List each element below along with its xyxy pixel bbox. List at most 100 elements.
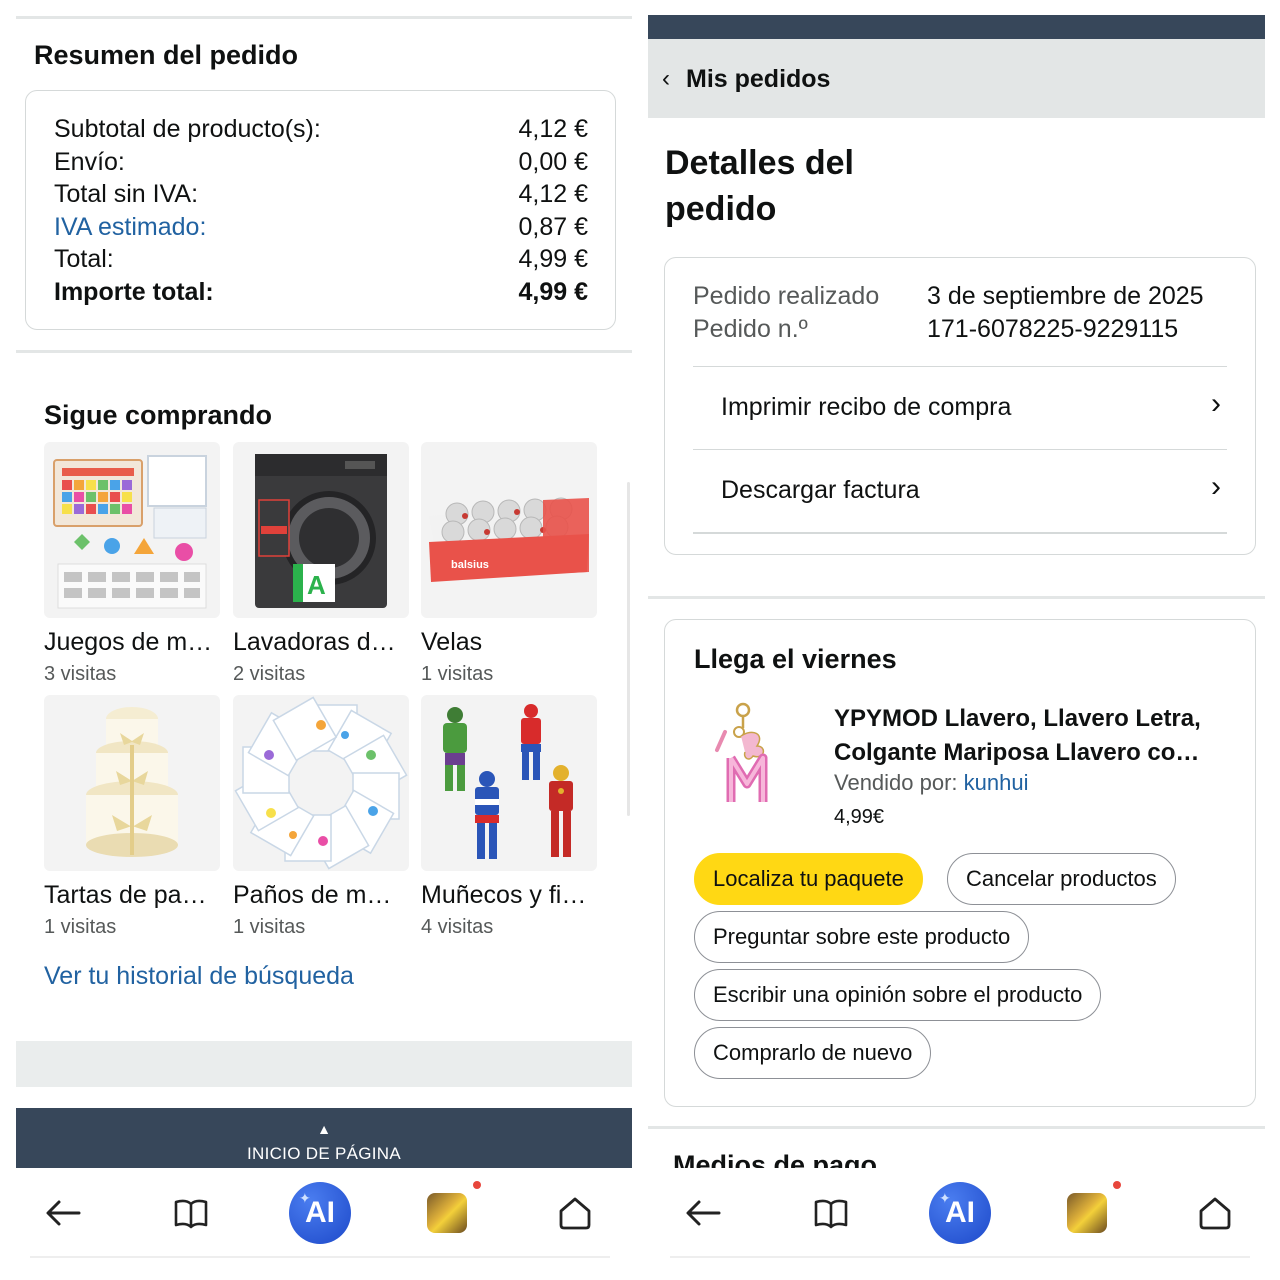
book-icon[interactable] [160,1182,222,1244]
game-app-button[interactable] [416,1181,481,1244]
browser-toolbar: ✦ AI [640,1168,1280,1280]
keep-shopping-title: Sigue comprando [44,400,273,430]
keep-shopping-card[interactable]: Muñecos y fi… 4 visitas [421,695,597,939]
order-number-value: 171-6078225-9229115 [927,315,1179,343]
order-details-panel: ‹ Mis pedidos Detalles del pedido Pedido… [640,0,1280,1280]
delivery-estimate: Llega el viernes [694,644,897,674]
keep-shopping-visits: 2 visitas [233,663,306,685]
book-icon[interactable] [800,1182,862,1244]
order-date-value: 3 de septiembre de 2025 [927,282,1204,310]
product-thumbnail[interactable] [44,695,220,871]
order-summary-box: Subtotal de producto(s): 4,12 € Envío: 0… [25,90,616,330]
product-thumbnail[interactable] [44,442,220,618]
ask-product-question-button[interactable]: Preguntar sobre este producto [694,911,1030,963]
back-arrow-icon[interactable] [32,1182,94,1244]
keep-shopping-name[interactable]: Paños de m… [233,881,409,910]
game-app-button[interactable] [1056,1181,1121,1244]
product-thumbnail[interactable]: balsius [421,442,597,618]
ai-assistant-button[interactable]: ✦ AI [929,1182,991,1244]
shipment-box: Llega el viernes YPYMOD Llavero, Llavero… [664,619,1256,1107]
order-info-box: Pedido realizado 3 de septiembre de 2025… [664,257,1256,555]
total-value: 4,99 € [518,245,588,273]
total-before-tax-label: Total sin IVA: [54,180,199,208]
product-thumbnail[interactable]: A [233,442,409,618]
svg-text:balsius: balsius [451,559,489,571]
keep-shopping-name[interactable]: Juegos de m… [44,628,220,657]
search-history-link[interactable]: Ver tu historial de búsqueda [44,962,354,991]
track-package-button[interactable]: Localiza tu paquete [694,853,923,905]
grand-total-value: 4,99 € [518,278,588,306]
game-icon [1067,1181,1121,1233]
ai-assistant-button[interactable]: ✦ AI [289,1182,351,1244]
keep-shopping-visits: 3 visitas [44,663,117,685]
total-label: Total: [54,245,114,273]
seller-link[interactable]: kunhui [964,770,1029,795]
shipping-value: 0,00 € [518,148,588,176]
keep-shopping-visits: 1 visitas [421,663,494,685]
order-summary-panel: Resumen del pedido Subtotal de producto(… [0,0,640,1280]
total-row: Total: 4,99 € [54,245,588,278]
keep-shopping-card[interactable]: balsius Velas 1 visitas [421,442,597,686]
product-title-link[interactable]: YPYMOD Llavero, Llavero Letra, Colgante … [834,702,1234,770]
keep-shopping-name[interactable]: Tartas de pa… [44,881,220,910]
keep-shopping-card[interactable]: Juegos de m… 3 visitas [44,442,220,686]
buy-again-button[interactable]: Comprarlo de nuevo [694,1027,932,1079]
subtotal-label: Subtotal de producto(s): [54,115,321,143]
divider [16,350,632,353]
gesture-line [670,1256,1250,1258]
home-icon[interactable] [544,1182,606,1244]
total-before-tax-value: 4,12 € [518,180,588,208]
download-invoice-link[interactable]: Descargar factura › [693,449,1227,531]
grand-total-label: Importe total: [54,278,214,306]
back-to-top-button[interactable]: ▲ INICIO DE PÁGINA [16,1108,632,1168]
download-invoice-label: Descargar factura [721,476,920,504]
back-arrow-icon[interactable] [672,1182,734,1244]
keep-shopping-card[interactable]: Paños de m… 1 visitas [233,695,409,939]
page-title: Detalles del pedido [665,144,854,228]
product-thumbnail[interactable] [233,695,409,871]
order-summary-title: Resumen del pedido [34,40,299,70]
divider [693,532,1227,534]
keep-shopping-card[interactable]: Tartas de pa… 1 visitas [44,695,220,939]
estimated-tax-link[interactable]: IVA estimado: [54,213,206,246]
back-to-top-label: INICIO DE PÁGINA [246,1144,402,1163]
subtotal-row: Subtotal de producto(s): 4,12 € [54,115,588,148]
keep-shopping-visits: 1 visitas [233,916,306,938]
sold-by: Vendido por: kunhui [834,770,1029,796]
product-title-line2: Colgante Mariposa Llavero co… [834,739,1200,766]
keep-shopping-card[interactable]: A Lavadoras d… 2 visitas [233,442,409,686]
order-date-label: Pedido realizado [693,282,880,310]
back-to-orders-nav[interactable]: ‹ Mis pedidos [648,39,1265,118]
browser-toolbar: ✦ AI [0,1168,640,1280]
cancel-items-button[interactable]: Cancelar productos [947,853,1176,905]
game-icon [427,1181,481,1233]
keep-shopping-visits: 1 visitas [44,916,117,938]
keep-shopping-name[interactable]: Muñecos y fi… [421,881,597,910]
sold-by-label: Vendido por: [834,770,958,795]
scrollbar[interactable] [627,482,630,816]
total-before-tax-row: Total sin IVA: 4,12 € [54,180,588,213]
product-image[interactable] [705,702,795,812]
header-strip [648,15,1265,39]
keep-shopping-name[interactable]: Velas [421,628,597,657]
home-icon[interactable] [1184,1182,1246,1244]
product-thumbnail[interactable] [421,695,597,871]
estimated-tax-value: 0,87 € [518,213,588,241]
grand-total-row: Importe total: 4,99 € [54,278,588,311]
notification-dot [1113,1181,1121,1189]
sparkle-icon: ✦ [299,1190,311,1206]
estimated-tax-row: IVA estimado: 0,87 € [54,213,588,246]
notification-dot [473,1181,481,1189]
subtotal-value: 4,12 € [518,115,588,143]
keep-shopping-visits: 4 visitas [421,916,494,938]
product-title-line1: YPYMOD Llavero, Llavero Letra, [834,705,1201,732]
chevron-left-icon: ‹ [662,65,670,92]
section-spacer [16,1041,632,1087]
print-receipt-link[interactable]: Imprimir recibo de compra › [693,366,1227,448]
caret-up-icon: ▲ [317,1121,331,1137]
my-orders-link[interactable]: Mis pedidos [686,65,830,94]
divider [16,16,632,19]
keep-shopping-name[interactable]: Lavadoras d… [233,628,409,657]
write-review-button[interactable]: Escribir una opinión sobre el producto [694,969,1102,1021]
gesture-line [30,1256,610,1258]
